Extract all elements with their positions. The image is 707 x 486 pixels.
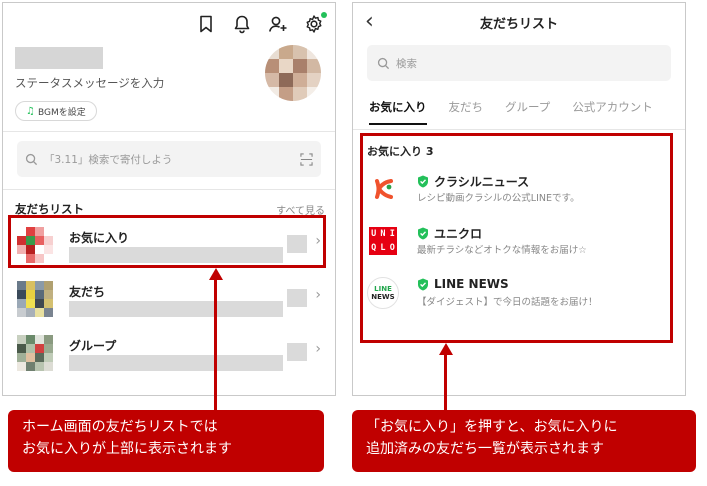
callout-line: ホーム画面の友だちリストでは <box>22 419 218 435</box>
bookmark-icon[interactable] <box>195 13 217 35</box>
friend-row-friends[interactable]: 友だち › <box>13 277 325 321</box>
chevron-right-icon: › <box>315 287 321 303</box>
arrow-line-right <box>444 354 447 411</box>
row-label: 友だち <box>69 285 106 299</box>
search-icon <box>377 57 390 69</box>
status-message-placeholder[interactable]: ステータスメッセージを入力 <box>15 75 164 91</box>
section-divider <box>3 131 335 132</box>
notification-dot <box>321 12 327 18</box>
bell-icon[interactable] <box>231 13 253 35</box>
tab-favorites[interactable]: お気に入り <box>369 99 427 125</box>
chevron-right-icon: › <box>315 341 321 357</box>
search-placeholder: 「3.11」検索で寄付しよう <box>44 153 173 166</box>
search-icon <box>25 153 38 165</box>
groups-thumbnail <box>17 335 53 371</box>
gear-icon[interactable] <box>303 12 327 35</box>
callout-line: 「お気に入り」を押すと、お気に入りに <box>366 419 618 435</box>
callout-line: 追加済みの友だち一覧が表示されます <box>366 441 604 457</box>
home-search-bar[interactable]: 「3.11」検索で寄付しよう <box>17 141 321 177</box>
music-note-icon: ♫ <box>26 105 35 117</box>
callout-left: ホーム画面の友だちリストでは お気に入りが上部に表示されます <box>8 410 324 472</box>
friends-search-bar[interactable]: 検索 <box>367 45 671 81</box>
home-screen: ステータスメッセージを入力 ♫ BGMを設定 「3.11」検索で寄付しよう 友だ… <box>2 2 336 396</box>
search-placeholder: 検索 <box>396 57 417 70</box>
scan-icon[interactable] <box>300 152 313 166</box>
friends-thumbnail <box>17 281 53 317</box>
bgm-button-label: BGMを設定 <box>37 107 86 118</box>
row-preview-blurred <box>69 355 283 371</box>
callout-line: お気に入りが上部に表示されます <box>22 441 232 457</box>
arrow-line-left <box>214 279 217 411</box>
profile-name-blurred[interactable] <box>15 47 103 69</box>
callout-right: 「お気に入り」を押すと、お気に入りに 追加済みの友だち一覧が表示されます <box>352 410 696 472</box>
friends-tabs: お気に入り 友だち グループ 公式アカウント <box>353 99 685 125</box>
header-icons <box>195 12 327 35</box>
favorites-list-highlight <box>360 133 673 343</box>
row-count-blurred <box>287 343 307 361</box>
page-title: 友だちリスト <box>479 17 558 32</box>
row-label: グループ <box>69 339 117 353</box>
tabs-divider <box>353 129 685 130</box>
bgm-button[interactable]: ♫ BGMを設定 <box>15 101 97 121</box>
profile-avatar[interactable] <box>265 45 321 101</box>
tab-friends[interactable]: 友だち <box>449 99 484 125</box>
tab-official-accounts[interactable]: 公式アカウント <box>572 99 653 125</box>
add-friend-icon[interactable] <box>267 13 289 35</box>
favorites-row-highlight <box>8 215 326 268</box>
row-count-blurred <box>287 289 307 307</box>
friend-row-groups[interactable]: グループ › <box>13 331 325 375</box>
tab-groups[interactable]: グループ <box>505 99 550 125</box>
row-preview-blurred <box>69 301 283 317</box>
section-divider <box>3 189 335 190</box>
